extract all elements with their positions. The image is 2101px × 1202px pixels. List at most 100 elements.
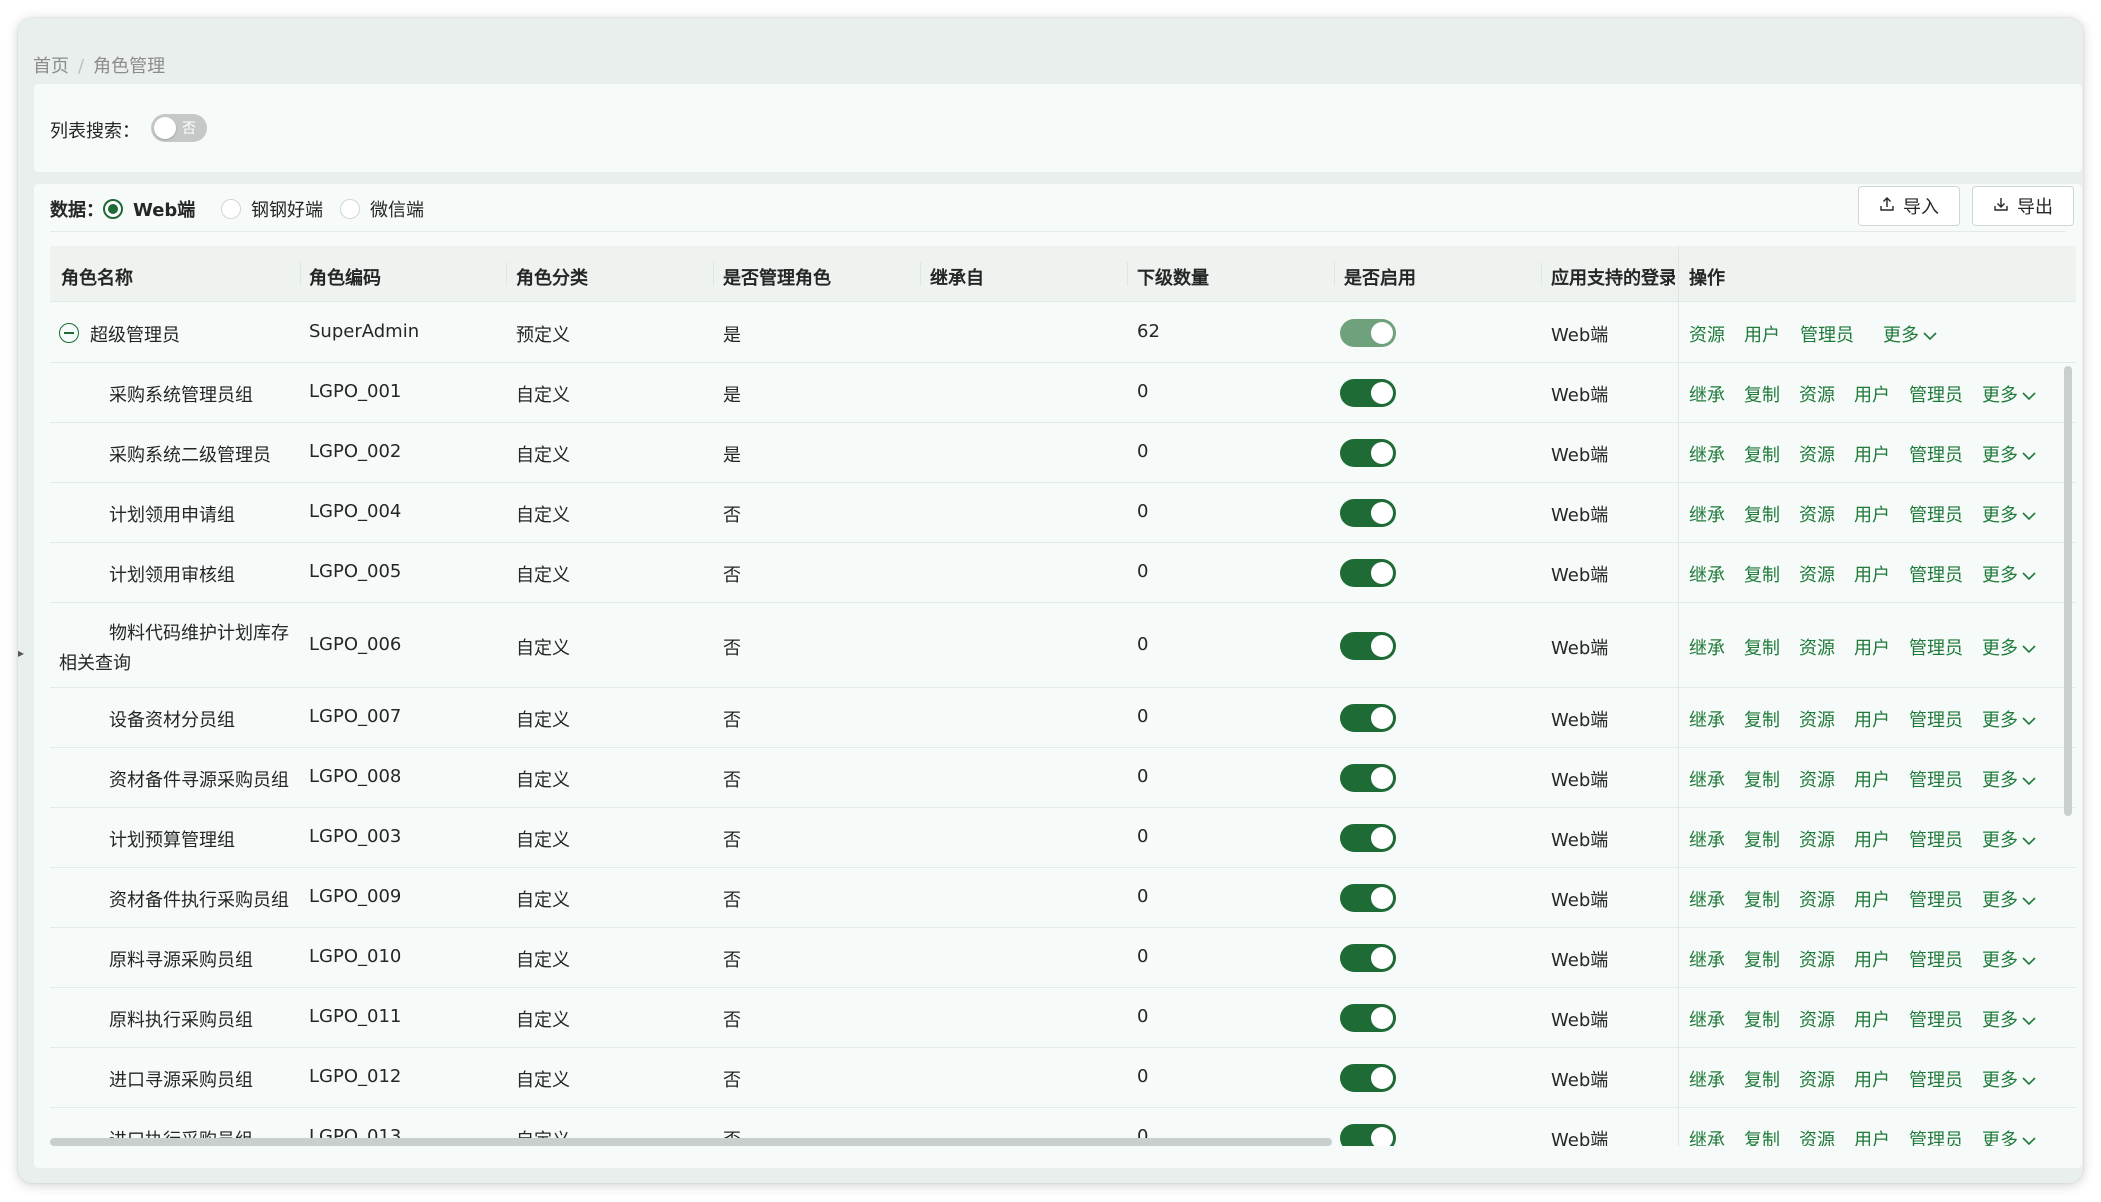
action-link[interactable]: 用户 bbox=[1854, 946, 1890, 972]
action-link[interactable]: 资源 bbox=[1799, 501, 1835, 527]
enabled-switch[interactable] bbox=[1340, 824, 1396, 852]
action-link[interactable]: 资源 bbox=[1799, 1006, 1835, 1032]
action-link[interactable]: 用户 bbox=[1854, 766, 1890, 792]
radio-web[interactable]: Web端 bbox=[103, 196, 195, 222]
action-link[interactable]: 资源 bbox=[1799, 826, 1835, 852]
action-link[interactable]: 管理员 bbox=[1909, 1126, 1963, 1146]
action-link[interactable]: 用户 bbox=[1854, 561, 1890, 587]
enabled-switch[interactable] bbox=[1340, 884, 1396, 912]
action-link[interactable]: 继承 bbox=[1689, 381, 1725, 407]
action-link[interactable]: 用户 bbox=[1854, 501, 1890, 527]
more-dropdown[interactable]: 更多 bbox=[1982, 1006, 2036, 1032]
action-link[interactable]: 资源 bbox=[1799, 1126, 1835, 1146]
action-link[interactable]: 复制 bbox=[1744, 561, 1780, 587]
more-dropdown[interactable]: 更多 bbox=[1982, 381, 2036, 407]
action-link[interactable]: 用户 bbox=[1854, 706, 1890, 732]
action-link[interactable]: 继承 bbox=[1689, 1126, 1725, 1146]
more-dropdown[interactable]: 更多 bbox=[1982, 561, 2036, 587]
table-row[interactable]: 采购系统二级管理员 LGPO_002 自定义 是 0 Web端 继承 复制 资源 用户 管理员 更多 bbox=[50, 423, 2076, 483]
action-link[interactable]: 用户 bbox=[1854, 826, 1890, 852]
enabled-switch[interactable] bbox=[1340, 1004, 1396, 1032]
table-row[interactable]: 超级管理员 SuperAdmin 预定义 是 62 Web端 资源 用户 管理员 更多 bbox=[50, 303, 2076, 363]
action-link[interactable]: 用户 bbox=[1854, 441, 1890, 467]
enabled-switch[interactable] bbox=[1340, 631, 1396, 660]
enabled-switch[interactable] bbox=[1340, 379, 1396, 407]
radio-ganggang[interactable]: 钢钢好端 bbox=[221, 196, 323, 222]
table-row[interactable]: 原料寻源采购员组 LGPO_010 自定义 否 0 Web端 继承 复制 资源 用户 管理员 更多 bbox=[50, 928, 2076, 988]
action-link[interactable]: 继承 bbox=[1689, 501, 1725, 527]
action-link[interactable]: 资源 bbox=[1799, 706, 1835, 732]
action-link[interactable]: 资源 bbox=[1799, 634, 1835, 660]
action-link[interactable]: 管理员 bbox=[1909, 1006, 1963, 1032]
table-row[interactable]: 计划领用审核组 LGPO_005 自定义 否 0 Web端 继承 复制 资源 用户 管理员 更多 bbox=[50, 543, 2076, 603]
more-dropdown[interactable]: 更多 bbox=[1982, 766, 2036, 792]
action-link[interactable]: 用户 bbox=[1854, 381, 1890, 407]
table-row[interactable]: 采购系统管理员组 LGPO_001 自定义 是 0 Web端 继承 复制 资源 用户 管理员 更多 bbox=[50, 363, 2076, 423]
more-dropdown[interactable]: 更多 bbox=[1982, 706, 2036, 732]
action-link[interactable]: 复制 bbox=[1744, 441, 1780, 467]
action-link[interactable]: 用户 bbox=[1854, 634, 1890, 660]
action-link[interactable]: 管理员 bbox=[1909, 706, 1963, 732]
more-dropdown[interactable]: 更多 bbox=[1982, 1066, 2036, 1092]
action-link[interactable]: 复制 bbox=[1744, 706, 1780, 732]
table-row[interactable]: 物料代码维护计划库存 相关查询 LGPO_006 自定义 否 0 Web端 继承 复制 资源 用户管… bbox=[50, 603, 2076, 688]
action-link[interactable]: 管理员 bbox=[1909, 441, 1963, 467]
action-link[interactable]: 继承 bbox=[1689, 561, 1725, 587]
action-link[interactable]: 用户 bbox=[1854, 1066, 1890, 1092]
vertical-scrollbar[interactable] bbox=[2064, 366, 2072, 816]
more-dropdown[interactable]: 更多 bbox=[1982, 634, 2036, 660]
action-link[interactable]: 管理员 bbox=[1909, 766, 1963, 792]
action-link[interactable]: 复制 bbox=[1744, 1126, 1780, 1146]
action-link[interactable]: 继承 bbox=[1689, 766, 1725, 792]
action-link[interactable]: 资源 bbox=[1799, 561, 1835, 587]
action-link[interactable]: 管理员 bbox=[1909, 946, 1963, 972]
action-link[interactable]: 继承 bbox=[1689, 886, 1725, 912]
action-link[interactable]: 继承 bbox=[1689, 826, 1725, 852]
action-link[interactable]: 复制 bbox=[1744, 501, 1780, 527]
horizontal-scrollbar[interactable] bbox=[50, 1138, 1332, 1146]
enabled-switch[interactable] bbox=[1340, 1124, 1396, 1146]
action-link[interactable]: 复制 bbox=[1744, 766, 1780, 792]
collapse-row-icon[interactable] bbox=[59, 323, 79, 343]
table-row[interactable]: 计划预算管理组 LGPO_003 自定义 否 0 Web端 继承 复制 资源 用户 管理员 更多 bbox=[50, 808, 2076, 868]
action-link[interactable]: 复制 bbox=[1744, 826, 1780, 852]
more-dropdown[interactable]: 更多 bbox=[1982, 501, 2036, 527]
action-link[interactable]: 资源 bbox=[1799, 1066, 1835, 1092]
action-link[interactable]: 继承 bbox=[1689, 634, 1725, 660]
table-row[interactable]: 原料执行采购员组 LGPO_011 自定义 否 0 Web端 继承 复制 资源 用户 管理员 更多 bbox=[50, 988, 2076, 1048]
action-link[interactable]: 用户 bbox=[1854, 1006, 1890, 1032]
more-dropdown[interactable]: 更多 bbox=[1982, 826, 2036, 852]
action-link[interactable]: 复制 bbox=[1744, 946, 1780, 972]
action-link[interactable]: 继承 bbox=[1689, 946, 1725, 972]
action-link[interactable]: 资源 bbox=[1799, 886, 1835, 912]
action-link[interactable]: 资源 bbox=[1689, 321, 1725, 347]
action-link[interactable]: 继承 bbox=[1689, 441, 1725, 467]
more-dropdown[interactable]: 更多 bbox=[1982, 886, 2036, 912]
list-search-toggle[interactable]: 否 bbox=[151, 114, 207, 142]
breadcrumb-home[interactable]: 首页 bbox=[33, 56, 69, 77]
action-link[interactable]: 用户 bbox=[1854, 886, 1890, 912]
action-link[interactable]: 用户 bbox=[1744, 321, 1780, 347]
action-link[interactable]: 复制 bbox=[1744, 381, 1780, 407]
enabled-switch[interactable] bbox=[1340, 764, 1396, 792]
action-link[interactable]: 资源 bbox=[1799, 381, 1835, 407]
action-link[interactable]: 复制 bbox=[1744, 886, 1780, 912]
enabled-switch[interactable] bbox=[1340, 704, 1396, 732]
import-button[interactable]: 导入 bbox=[1858, 186, 1960, 226]
action-link[interactable]: 管理员 bbox=[1909, 381, 1963, 407]
action-link[interactable]: 复制 bbox=[1744, 634, 1780, 660]
action-link[interactable]: 复制 bbox=[1744, 1066, 1780, 1092]
action-link[interactable]: 继承 bbox=[1689, 1006, 1725, 1032]
table-row[interactable]: 资材备件执行采购员组 LGPO_009 自定义 否 0 Web端 继承 复制 资源 用户 管理员 更多 bbox=[50, 868, 2076, 928]
more-dropdown[interactable]: 更多 bbox=[1982, 1126, 2036, 1146]
collapse-caret-icon[interactable]: ▸ bbox=[18, 646, 24, 660]
enabled-switch[interactable] bbox=[1340, 499, 1396, 527]
action-link[interactable]: 管理员 bbox=[1909, 634, 1963, 660]
action-link[interactable]: 复制 bbox=[1744, 1006, 1780, 1032]
table-row[interactable]: 设备资材分员组 LGPO_007 自定义 否 0 Web端 继承 复制 资源 用户 管理员 更多 bbox=[50, 688, 2076, 748]
export-button[interactable]: 导出 bbox=[1972, 186, 2074, 226]
action-link[interactable]: 继承 bbox=[1689, 706, 1725, 732]
action-link[interactable]: 用户 bbox=[1854, 1126, 1890, 1146]
table-row[interactable]: 计划领用申请组 LGPO_004 自定义 否 0 Web端 继承 复制 资源 用户 管理员 更多 bbox=[50, 483, 2076, 543]
more-dropdown[interactable]: 更多 bbox=[1982, 946, 2036, 972]
